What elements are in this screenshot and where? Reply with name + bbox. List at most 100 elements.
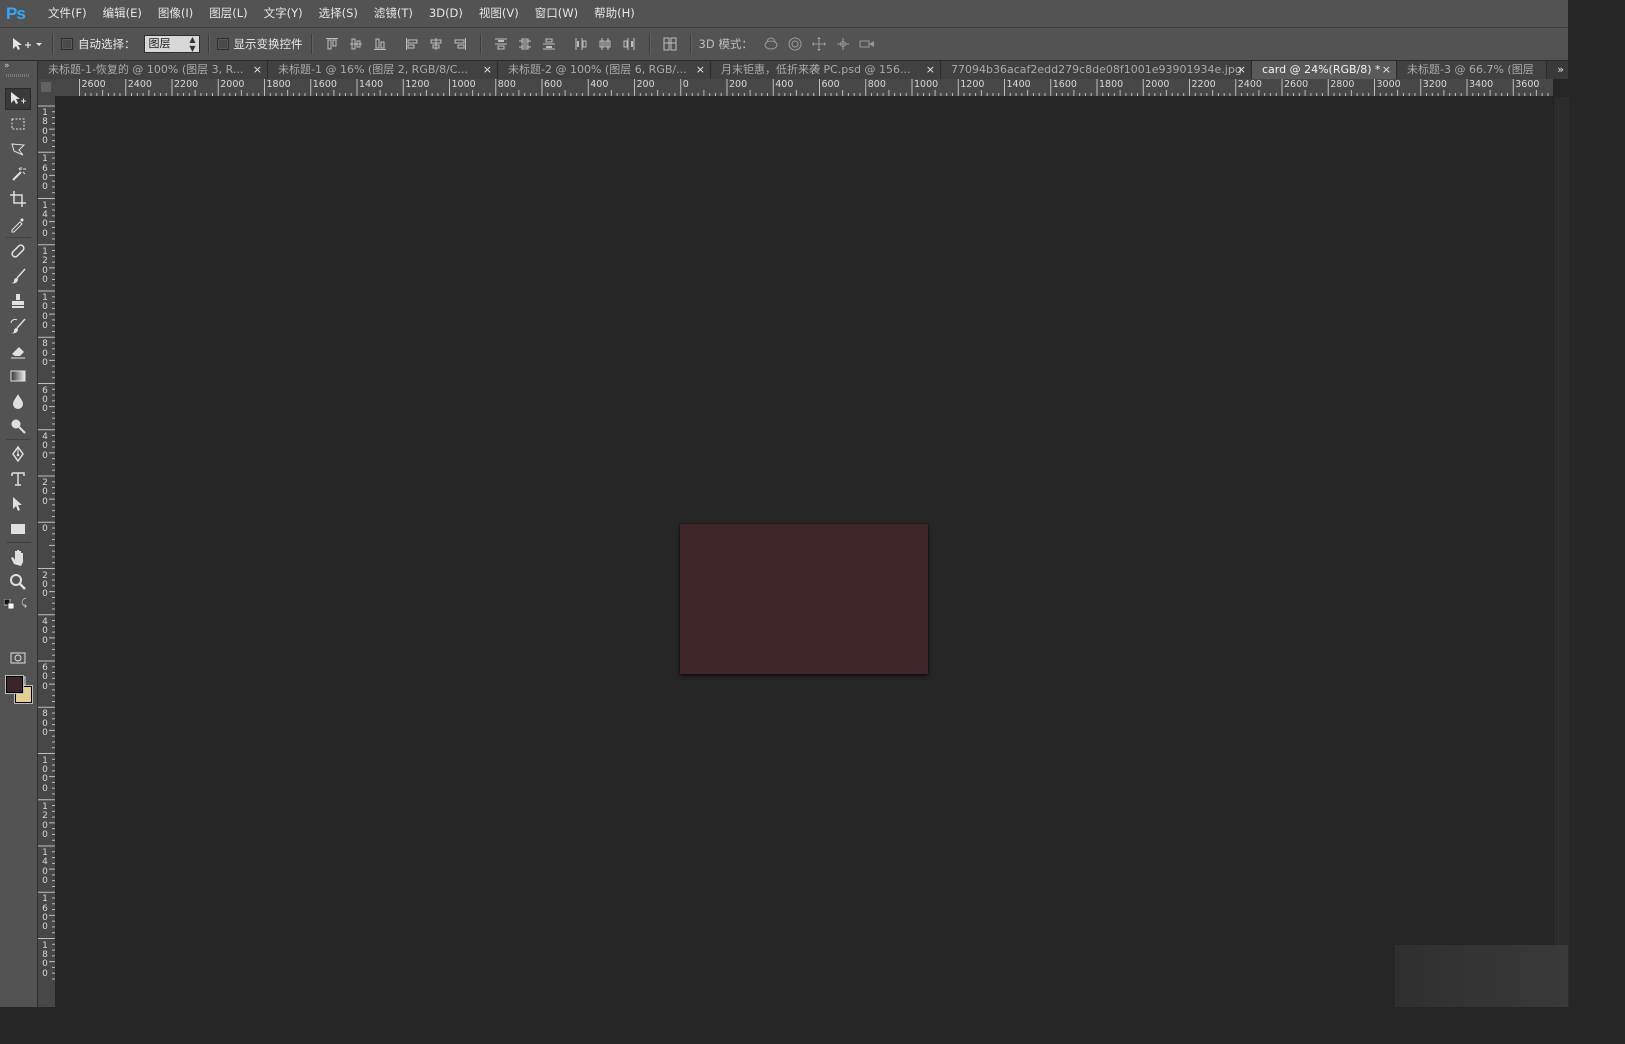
- history-brush-tool[interactable]: [5, 315, 31, 337]
- close-icon[interactable]: ×: [696, 61, 705, 79]
- 3d-slide-icon: [836, 38, 849, 50]
- menu-file[interactable]: 文件(F): [40, 0, 95, 27]
- clone-stamp-tool[interactable]: [5, 290, 31, 312]
- menu-window[interactable]: 窗口(W): [527, 0, 586, 27]
- align-left-button[interactable]: [401, 33, 423, 55]
- menu-view[interactable]: 视图(V): [471, 0, 527, 27]
- menu-edit[interactable]: 编辑(E): [95, 0, 150, 27]
- gradient-tool[interactable]: [5, 365, 31, 387]
- hand-tool[interactable]: [5, 546, 31, 568]
- distribute-hcenter-button[interactable]: [594, 33, 616, 55]
- document-canvas[interactable]: [680, 524, 928, 674]
- distribute-left-button[interactable]: [570, 33, 592, 55]
- 3d-rotate-button[interactable]: [760, 33, 782, 55]
- healing-brush-tool[interactable]: [5, 240, 31, 262]
- eraser-tool[interactable]: [5, 340, 31, 362]
- document-tab[interactable]: 未标题-1 @ 16% (图层 2, RGB/8/C... ×: [268, 61, 498, 79]
- document-tab[interactable]: 未标题-2 @ 100% (图层 6, RGB/... ×: [498, 61, 711, 79]
- 3d-roll-button[interactable]: [784, 33, 806, 55]
- 3d-drag-button[interactable]: [808, 33, 830, 55]
- lasso-tool[interactable]: [5, 138, 31, 160]
- brush-tool[interactable]: [5, 265, 31, 287]
- document-tab-active[interactable]: card @ 24%(RGB/8) * ×: [1252, 61, 1397, 79]
- eyedropper-icon: [11, 218, 24, 233]
- align-vcenter-button[interactable]: [345, 33, 367, 55]
- vertical-ruler[interactable]: 1800 1600 1400 1200 1000 800 600 400 200 0 200 400 6…: [38, 96, 56, 1007]
- align-bottom-icon: [373, 38, 386, 50]
- tool-preset-picker[interactable]: [9, 33, 43, 55]
- horizontal-ruler[interactable]: 2600 2400 2200 2000 1800 1600 1400 1200 1000 800 6…: [55, 79, 1553, 97]
- align-hcenter-button[interactable]: [425, 33, 447, 55]
- magic-wand-icon: [12, 167, 26, 181]
- close-icon[interactable]: ×: [1382, 61, 1391, 79]
- distribute-vcenter-button[interactable]: [514, 33, 536, 55]
- close-icon[interactable]: ×: [253, 61, 262, 79]
- marquee-tool[interactable]: [5, 113, 31, 135]
- menu-3d[interactable]: 3D(D): [421, 0, 471, 27]
- distribute-top-button[interactable]: [490, 33, 512, 55]
- ruler-label: 1200: [405, 79, 430, 90]
- distribute-bottom-button[interactable]: [538, 33, 560, 55]
- menu-select[interactable]: 选择(S): [311, 0, 366, 27]
- auto-select-dropdown[interactable]: 图层 ▲ ▼: [143, 35, 200, 53]
- close-icon[interactable]: ×: [483, 61, 492, 79]
- menu-image[interactable]: 图像(I): [150, 0, 201, 27]
- show-transform-checkbox[interactable]: [216, 38, 229, 50]
- separator: [479, 34, 481, 54]
- auto-align-button[interactable]: [659, 33, 681, 55]
- type-tool[interactable]: [5, 468, 31, 490]
- document-tab[interactable]: 未标题-1-恢复的 @ 100% (图层 3, R... ×: [38, 61, 268, 79]
- move-tool[interactable]: [5, 88, 31, 110]
- ruler-label: 600: [544, 79, 563, 90]
- 3d-scale-button[interactable]: [856, 33, 878, 55]
- pen-tool[interactable]: [5, 443, 31, 465]
- rectangle-tool[interactable]: [5, 518, 31, 540]
- distribute-top-icon: [494, 38, 507, 50]
- ruler-label: 1800: [42, 108, 48, 147]
- menu-filter[interactable]: 滤镜(T): [366, 0, 421, 27]
- zoom-tool[interactable]: [5, 571, 31, 593]
- quick-mask-icon: [10, 652, 26, 664]
- crop-tool[interactable]: [5, 188, 31, 210]
- auto-select-checkbox[interactable]: [61, 38, 73, 50]
- close-icon[interactable]: ×: [926, 61, 935, 79]
- ruler-label: 2000: [220, 79, 245, 90]
- tabs-overflow-icon[interactable]: »: [1557, 61, 1564, 79]
- ruler-label: 400: [590, 79, 609, 90]
- menu-type[interactable]: 文字(Y): [256, 0, 311, 27]
- menu-help[interactable]: 帮助(H): [586, 0, 643, 27]
- tool-separator: [6, 237, 31, 238]
- document-tab[interactable]: 77094b36acaf2edd279c8de08f1001e93901934e…: [941, 61, 1252, 79]
- align-top-icon: [325, 38, 338, 50]
- ruler-label: 1000: [42, 293, 48, 332]
- tab-title: 未标题-3 @ 66.7% (图层: [1407, 63, 1534, 76]
- document-tab[interactable]: 月末钜惠，低折来袭 PC.psd @ 156... ×: [711, 61, 941, 79]
- ruler-origin[interactable]: [38, 79, 56, 97]
- align-right-button[interactable]: [449, 33, 471, 55]
- distribute-right-button[interactable]: [618, 33, 640, 55]
- default-colors-icon[interactable]: [3, 598, 15, 610]
- 3d-slide-button[interactable]: [832, 33, 854, 55]
- blur-tool[interactable]: [5, 390, 31, 412]
- magnifier-icon: [10, 574, 26, 590]
- menu-layer[interactable]: 图层(L): [201, 0, 255, 27]
- align-bottom-button[interactable]: [369, 33, 391, 55]
- ruler-label: 800: [42, 709, 48, 739]
- ruler-label: 800: [42, 339, 48, 369]
- magic-wand-tool[interactable]: [5, 163, 31, 185]
- tool-separator: [6, 542, 31, 543]
- document-tab[interactable]: 未标题-3 @ 66.7% (图层: [1397, 61, 1547, 79]
- quick-mask-button[interactable]: [5, 647, 31, 669]
- dodge-tool[interactable]: [5, 415, 31, 437]
- toolbox-grip[interactable]: [6, 74, 30, 77]
- auto-select-label: 自动选择：: [78, 37, 136, 51]
- bandage-icon: [11, 244, 25, 258]
- ruler-label: 0: [42, 524, 48, 535]
- foreground-color-swatch[interactable]: [6, 676, 23, 693]
- swap-colors-icon[interactable]: ⤹: [21, 598, 32, 609]
- tab-title: card @ 24%(RGB/8) *: [1262, 63, 1381, 76]
- close-icon[interactable]: ×: [1237, 61, 1246, 79]
- eyedropper-tool[interactable]: [5, 213, 31, 235]
- path-selection-tool[interactable]: [5, 493, 31, 515]
- align-top-button[interactable]: [321, 33, 343, 55]
